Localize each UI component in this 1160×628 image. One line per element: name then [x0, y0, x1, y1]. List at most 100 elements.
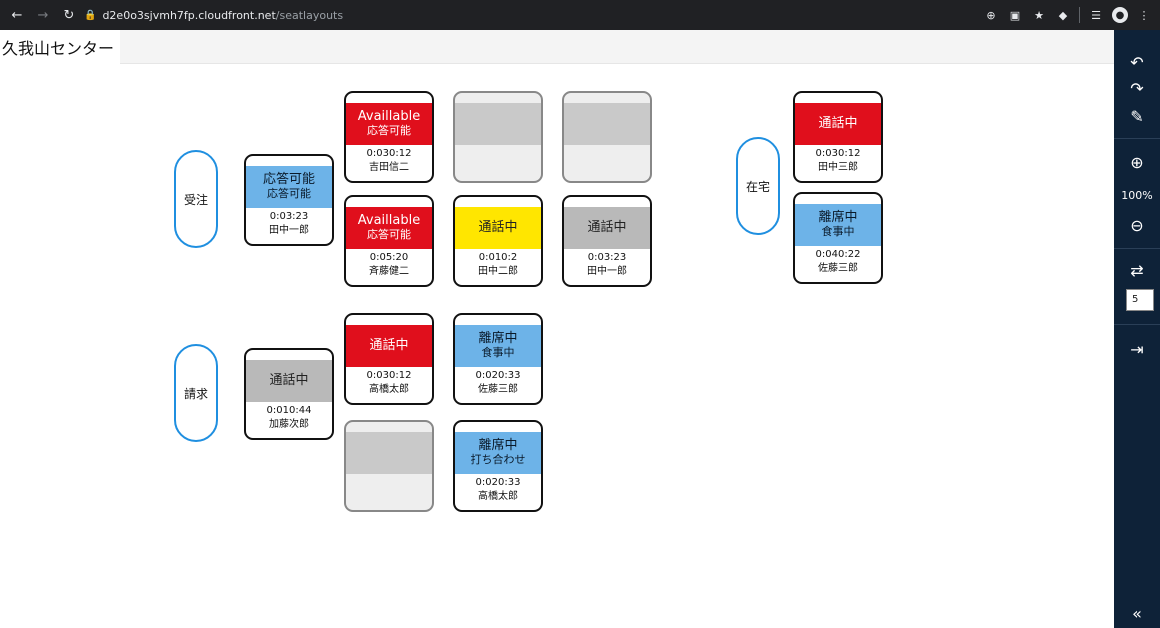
seat-info: 0:040:22 佐藤三郎: [795, 248, 881, 276]
seat-status-band: 通話中: [455, 207, 541, 249]
seat-status-band: 離席中 食事中: [795, 204, 881, 246]
refresh-interval-input[interactable]: 5: [1126, 289, 1154, 311]
seat-status: Availlable: [357, 109, 421, 125]
seat-substatus: 食事中: [481, 346, 515, 360]
seat-time: 0:020:33: [475, 370, 521, 381]
seat-info: 0:05:20 斉藤健二: [346, 251, 432, 279]
seat-info: 0:010:44 加藤次郎: [246, 404, 332, 432]
seat-info: 0:030:12 吉田信二: [346, 147, 432, 175]
seat-time: 0:030:12: [815, 148, 861, 159]
sidebar-divider: [1114, 324, 1160, 325]
edit-icon[interactable]: ✎: [1114, 104, 1160, 128]
translate-icon[interactable]: ▣: [1007, 7, 1023, 23]
reload-icon[interactable]: ↻: [58, 4, 80, 26]
seat-time: 0:05:20: [369, 252, 409, 263]
seat-status: 離席中: [478, 331, 518, 347]
seat-status: 通話中: [269, 372, 309, 388]
refresh-interval-icon[interactable]: ⇄: [1114, 258, 1160, 282]
seat-card[interactable]: 通話中 0:030:12 高橋太郎: [344, 313, 434, 405]
seat-info: 0:020:33 高橋太郎: [455, 476, 541, 504]
back-icon[interactable]: ←: [6, 4, 28, 26]
seat-time: 0:03:23: [269, 211, 309, 222]
seat-card[interactable]: 離席中 食事中 0:040:22 佐藤三郎: [793, 192, 883, 284]
group-label-zaitaku[interactable]: 在宅: [736, 137, 780, 235]
seat-time: 0:040:22: [815, 249, 861, 260]
seat-time: 0:03:23: [587, 252, 627, 263]
seat-status-band: 通話中: [795, 103, 881, 145]
seat-card[interactable]: 通話中 0:030:12 田中三郎: [793, 91, 883, 183]
tool-sidebar: ↶ ↷ ✎ ⊕ 100% ⊖ ⇄ 5 ⇥ «: [1114, 30, 1160, 628]
seat-status-band: 通話中: [246, 360, 332, 402]
seat-status-band: 通話中: [346, 325, 432, 367]
seat-info: 0:010:2 田中二郎: [455, 251, 541, 279]
redo-icon[interactable]: ↷: [1114, 76, 1160, 100]
lock-icon: 🔒: [84, 9, 97, 21]
seat-card[interactable]: 応答可能 応答可能 0:03:23 田中一郎: [244, 154, 334, 246]
seat-substatus: 応答可能: [267, 187, 311, 201]
seat-card[interactable]: Availlable 応答可能 0:030:12 吉田信二: [344, 91, 434, 183]
sidebar-divider: [1114, 248, 1160, 249]
page-title: 久我山センター: [0, 30, 120, 64]
seat-substatus: 応答可能: [367, 124, 411, 138]
sidebar-divider: [1114, 138, 1160, 139]
seat-agent-name: 佐藤三郎: [818, 263, 858, 274]
seat-status-band: 応答可能 応答可能: [246, 166, 332, 208]
bookmark-star-icon[interactable]: ★: [1031, 7, 1047, 23]
menu-dots-icon[interactable]: ⋮: [1136, 7, 1152, 23]
seat-status: 離席中: [818, 210, 858, 226]
zoom-out-icon[interactable]: ⊖: [1114, 213, 1160, 237]
header-bar: [120, 30, 1114, 64]
seat-substatus: 応答可能: [367, 228, 411, 242]
seat-info: 0:030:12 田中三郎: [795, 147, 881, 175]
seat-status: 通話中: [369, 337, 409, 353]
seat-agent-name: 佐藤三郎: [478, 384, 518, 395]
seat-status-band: 通話中: [564, 207, 650, 249]
address-bar[interactable]: 🔒 d2e0o3sjvmh7fp.cloudfront.net/seatlayo…: [84, 4, 972, 26]
seat-agent-name: 田中一郎: [587, 266, 627, 277]
seat-status: 通話中: [587, 219, 627, 235]
seat-agent-name: 田中二郎: [478, 266, 518, 277]
browser-toolbar: ← → ↻ 🔒 d2e0o3sjvmh7fp.cloudfront.net/se…: [0, 0, 1160, 30]
group-label-juchu[interactable]: 受注: [174, 150, 218, 248]
seat-card-empty[interactable]: [453, 91, 543, 183]
zoom-in-icon[interactable]: ⊕: [1114, 150, 1160, 174]
seat-card-empty[interactable]: [344, 420, 434, 512]
seat-time: 0:010:44: [266, 405, 312, 416]
seat-card[interactable]: 通話中 0:010:2 田中二郎: [453, 195, 543, 287]
seat-card[interactable]: 通話中 0:03:23 田中一郎: [562, 195, 652, 287]
undo-icon[interactable]: ↶: [1114, 50, 1160, 74]
seat-agent-name: 田中一郎: [269, 225, 309, 236]
seat-info: 0:020:33 佐藤三郎: [455, 369, 541, 397]
forward-icon[interactable]: →: [32, 4, 54, 26]
seat-info: 0:030:12 高橋太郎: [346, 369, 432, 397]
seat-status-band: 離席中 食事中: [455, 325, 541, 367]
seat-time: 0:010:2: [478, 252, 518, 263]
seat-status: 離席中: [478, 438, 518, 454]
url-path: /seatlayouts: [275, 8, 344, 22]
seat-status-band: Availlable 応答可能: [346, 103, 432, 145]
seat-status-band: Availlable 応答可能: [346, 207, 432, 249]
seat-card[interactable]: Availlable 応答可能 0:05:20 斉藤健二: [344, 195, 434, 287]
seat-time: 0:030:12: [366, 370, 412, 381]
seat-status: Availlable: [357, 213, 421, 229]
seat-agent-name: 高橋太郎: [369, 384, 409, 395]
seat-card-empty[interactable]: [562, 91, 652, 183]
seat-card[interactable]: 離席中 打ち合わせ 0:020:33 高橋太郎: [453, 420, 543, 512]
seat-time: 0:020:33: [475, 477, 521, 488]
seat-card[interactable]: 通話中 0:010:44 加藤次郎: [244, 348, 334, 440]
seat-status-band: [564, 103, 650, 145]
seat-info: 0:03:23 田中一郎: [246, 210, 332, 238]
seat-card[interactable]: 離席中 食事中 0:020:33 佐藤三郎: [453, 313, 543, 405]
zoom-level: 100%: [1121, 189, 1153, 202]
profile-avatar-icon[interactable]: ●: [1112, 7, 1128, 23]
seat-status: 通話中: [818, 115, 858, 131]
reading-list-icon[interactable]: ☰: [1088, 7, 1104, 23]
collapse-sidebar-icon[interactable]: «: [1114, 601, 1160, 625]
url-host: d2e0o3sjvmh7fp.cloudfront.net: [102, 8, 276, 22]
extension-icon[interactable]: ◆: [1055, 7, 1071, 23]
logout-icon[interactable]: ⇥: [1114, 337, 1160, 361]
install-icon[interactable]: ⊕: [983, 7, 999, 23]
seat-info: 0:03:23 田中一郎: [564, 251, 650, 279]
group-label-seikyu[interactable]: 請求: [174, 344, 218, 442]
seat-status-band: [455, 103, 541, 145]
